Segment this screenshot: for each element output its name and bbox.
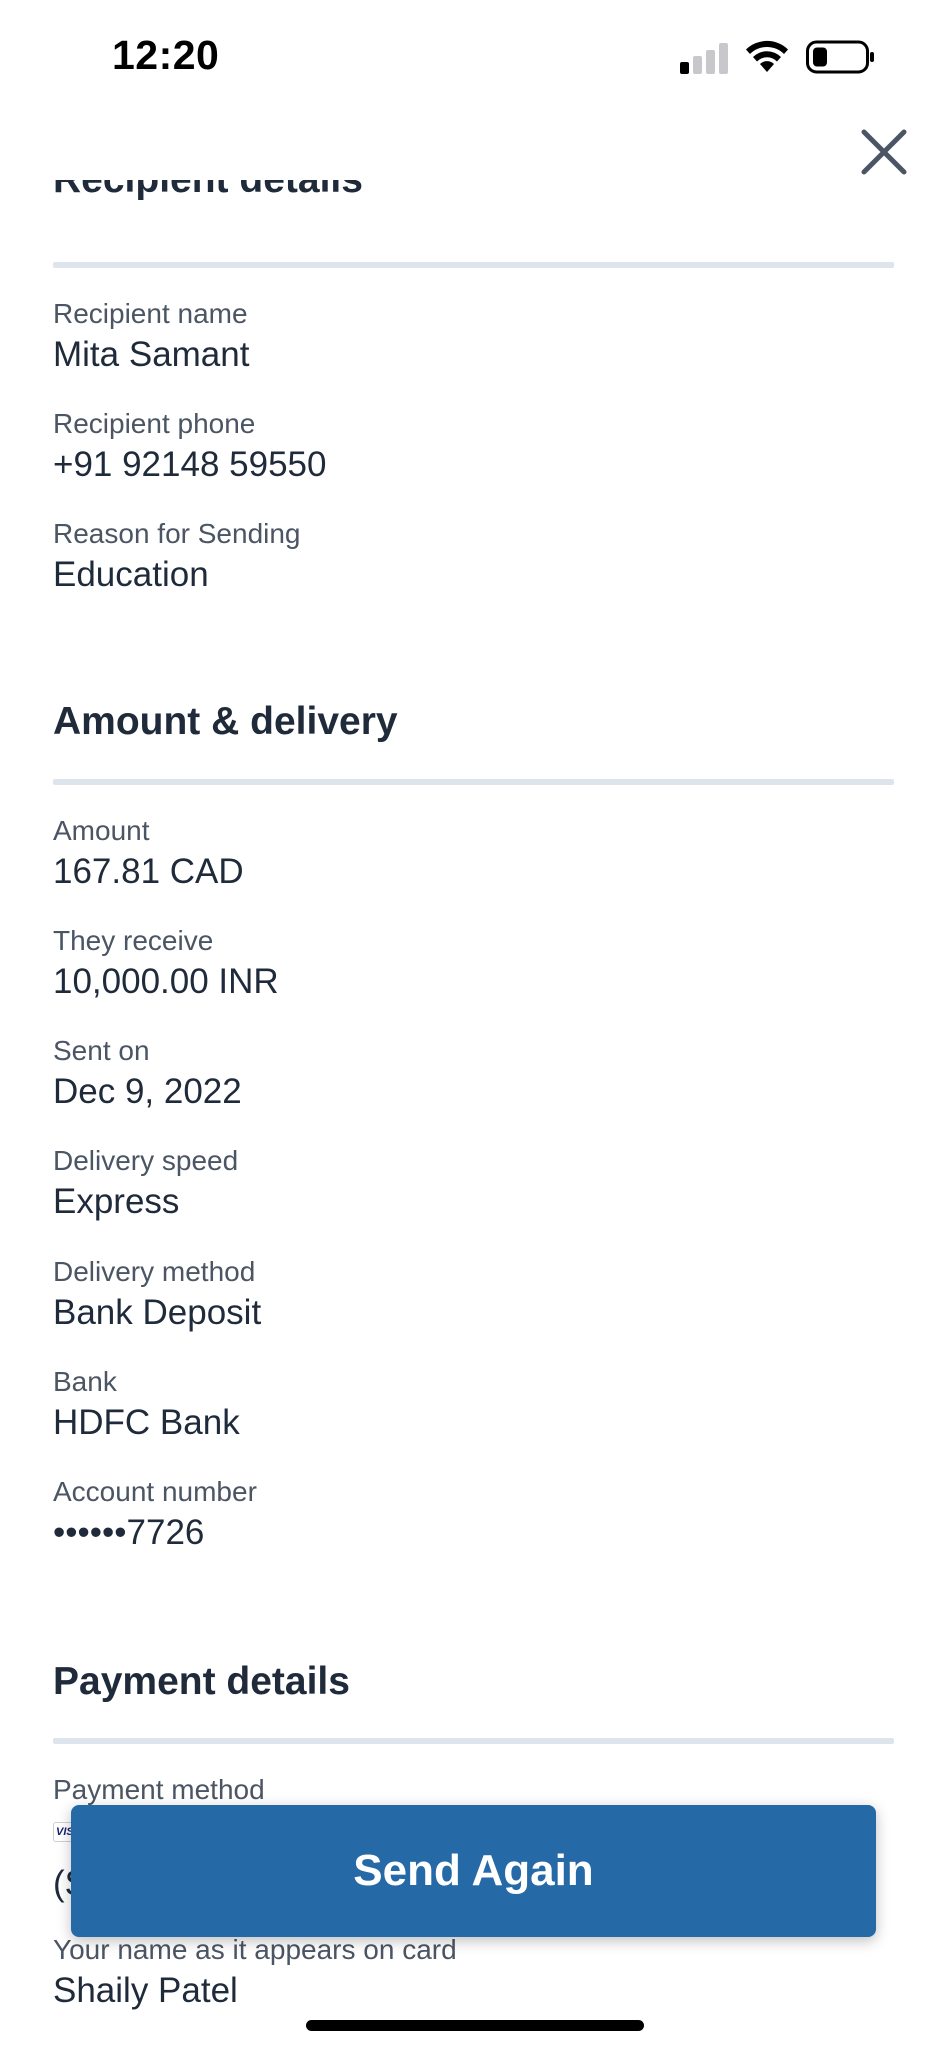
recipient-details-title: Recipient details bbox=[53, 180, 363, 202]
home-indicator bbox=[306, 2020, 644, 2031]
cardholder-name-value: Shaily Patel bbox=[53, 1971, 238, 2010]
payment-details-divider bbox=[53, 1738, 894, 1744]
amount-delivery-divider bbox=[53, 779, 894, 785]
amount-delivery-title: Amount & delivery bbox=[53, 700, 398, 743]
account-number-value: ••••••7726 bbox=[53, 1513, 205, 1552]
battery-icon bbox=[806, 40, 874, 74]
amount-label: Amount bbox=[53, 815, 150, 846]
payment-method-label: Payment method bbox=[53, 1774, 265, 1805]
bank-value: HDFC Bank bbox=[53, 1403, 240, 1442]
wifi-icon bbox=[746, 40, 788, 72]
delivery-method-label: Delivery method bbox=[53, 1256, 256, 1287]
cardholder-name-label: Your name as it appears on card bbox=[53, 1934, 457, 1965]
reason-value: Education bbox=[53, 555, 209, 594]
delivery-speed-label: Delivery speed bbox=[53, 1145, 239, 1176]
sent-on-label: Sent on bbox=[53, 1035, 150, 1066]
recipient-name-value: Mita Samant bbox=[53, 335, 250, 374]
recipient-details-title-wrapper: Recipient details bbox=[53, 180, 363, 228]
cellular-signal-icon bbox=[680, 42, 730, 74]
screen: 12:20 Recipient details Recipient name M… bbox=[0, 0, 947, 2048]
recipient-details-divider bbox=[53, 262, 894, 268]
they-receive-value: 10,000.00 INR bbox=[53, 962, 279, 1001]
delivery-speed-value: Express bbox=[53, 1182, 180, 1221]
reason-label: Reason for Sending bbox=[53, 518, 301, 549]
account-number-label: Account number bbox=[53, 1476, 257, 1507]
close-icon[interactable] bbox=[858, 126, 910, 178]
delivery-method-value: Bank Deposit bbox=[53, 1293, 262, 1332]
recipient-name-label: Recipient name bbox=[53, 298, 248, 329]
sent-on-value: Dec 9, 2022 bbox=[53, 1072, 242, 1111]
bank-label: Bank bbox=[53, 1366, 117, 1397]
recipient-phone-label: Recipient phone bbox=[53, 408, 256, 439]
send-again-button[interactable]: Send Again bbox=[71, 1805, 876, 1937]
they-receive-label: They receive bbox=[53, 925, 214, 956]
recipient-phone-value: +91 92148 59550 bbox=[53, 445, 327, 484]
amount-value: 167.81 CAD bbox=[53, 852, 244, 891]
status-time: 12:20 bbox=[112, 32, 220, 78]
payment-details-title: Payment details bbox=[53, 1660, 350, 1703]
